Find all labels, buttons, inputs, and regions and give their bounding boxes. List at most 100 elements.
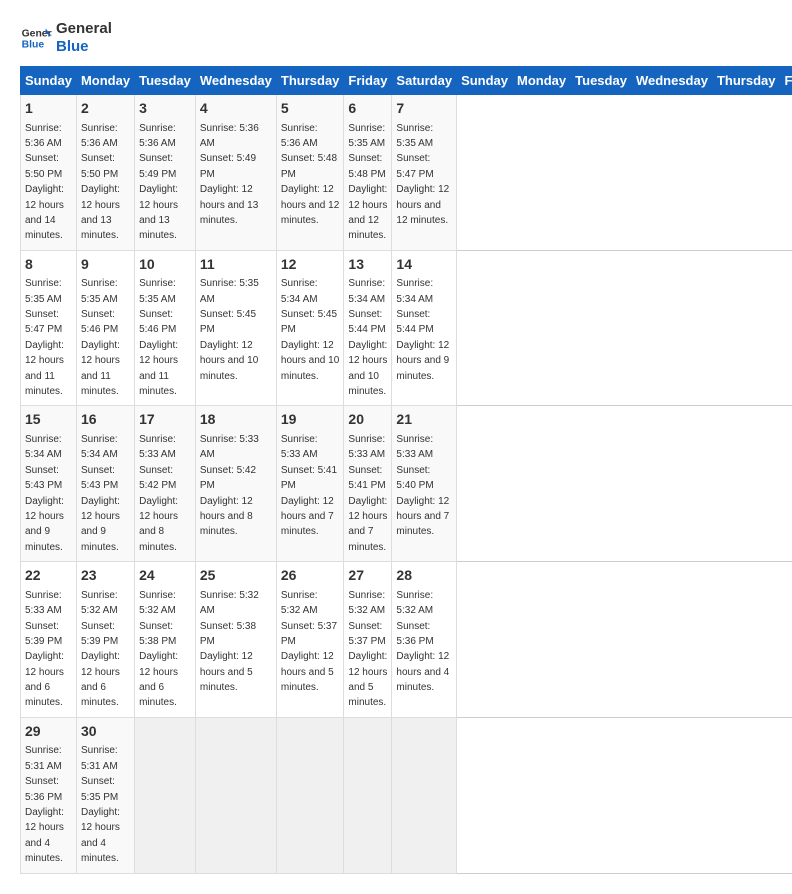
calendar-table: SundayMondayTuesdayWednesdayThursdayFrid… [20, 66, 792, 874]
day-sunset: Sunset: 5:39 PM [25, 621, 62, 647]
day-sunset: Sunset: 5:37 PM [348, 621, 385, 647]
day-number: 14 [396, 255, 452, 275]
calendar-cell: 14 Sunrise: 5:34 AM Sunset: 5:44 PM Dayl… [392, 250, 457, 406]
day-number: 25 [200, 566, 272, 586]
day-sunset: Sunset: 5:45 PM [200, 309, 256, 335]
calendar-cell [135, 717, 196, 873]
day-daylight: Daylight: 12 hours and 6 minutes. [25, 651, 64, 708]
calendar-cell: 1 Sunrise: 5:36 AM Sunset: 5:50 PM Dayli… [21, 95, 77, 251]
header-tuesday: Tuesday [135, 67, 196, 95]
day-number: 1 [25, 99, 72, 119]
day-sunset: Sunset: 5:49 PM [139, 153, 176, 179]
calendar-week-row: 29 Sunrise: 5:31 AM Sunset: 5:36 PM Dayl… [21, 717, 792, 873]
logo: General Blue General Blue [20, 20, 112, 56]
day-number: 9 [81, 255, 130, 275]
day-sunrise: Sunrise: 5:34 AM [396, 278, 433, 304]
day-number: 13 [348, 255, 387, 275]
calendar-cell: 16 Sunrise: 5:34 AM Sunset: 5:43 PM Dayl… [76, 406, 134, 562]
calendar-cell: 25 Sunrise: 5:32 AM Sunset: 5:38 PM Dayl… [195, 562, 276, 718]
day-number: 11 [200, 255, 272, 275]
day-number: 3 [139, 99, 191, 119]
day-sunset: Sunset: 5:43 PM [81, 465, 118, 491]
day-sunset: Sunset: 5:46 PM [139, 309, 176, 335]
calendar-week-row: 8 Sunrise: 5:35 AM Sunset: 5:47 PM Dayli… [21, 250, 792, 406]
day-sunrise: Sunrise: 5:33 AM [396, 434, 433, 460]
day-daylight: Daylight: 12 hours and 4 minutes. [81, 807, 120, 864]
day-sunrise: Sunrise: 5:33 AM [281, 434, 318, 460]
day-sunset: Sunset: 5:42 PM [139, 465, 176, 491]
day-sunset: Sunset: 5:38 PM [139, 621, 176, 647]
calendar-cell: 29 Sunrise: 5:31 AM Sunset: 5:36 PM Dayl… [21, 717, 77, 873]
svg-text:Blue: Blue [22, 40, 45, 51]
day-sunrise: Sunrise: 5:35 AM [25, 278, 62, 304]
day-sunrise: Sunrise: 5:32 AM [81, 590, 118, 616]
day-daylight: Daylight: 12 hours and 5 minutes. [200, 651, 253, 693]
day-sunset: Sunset: 5:42 PM [200, 465, 256, 491]
calendar-cell: 5 Sunrise: 5:36 AM Sunset: 5:48 PM Dayli… [276, 95, 344, 251]
day-sunset: Sunset: 5:44 PM [396, 309, 433, 335]
day-sunrise: Sunrise: 5:34 AM [25, 434, 62, 460]
day-sunrise: Sunrise: 5:33 AM [200, 434, 259, 460]
day-sunrise: Sunrise: 5:36 AM [139, 123, 176, 149]
day-daylight: Daylight: 12 hours and 4 minutes. [25, 807, 64, 864]
calendar-week-row: 1 Sunrise: 5:36 AM Sunset: 5:50 PM Dayli… [21, 95, 792, 251]
day-sunrise: Sunrise: 5:34 AM [281, 278, 318, 304]
day-number: 18 [200, 410, 272, 430]
day-number: 22 [25, 566, 72, 586]
day-sunrise: Sunrise: 5:35 AM [200, 278, 259, 304]
calendar-cell: 2 Sunrise: 5:36 AM Sunset: 5:50 PM Dayli… [76, 95, 134, 251]
header-saturday: Saturday [392, 67, 457, 95]
day-sunset: Sunset: 5:44 PM [348, 309, 385, 335]
day-sunset: Sunset: 5:41 PM [281, 465, 337, 491]
calendar-cell: 7 Sunrise: 5:35 AM Sunset: 5:47 PM Dayli… [392, 95, 457, 251]
calendar-cell: 30 Sunrise: 5:31 AM Sunset: 5:35 PM Dayl… [76, 717, 134, 873]
calendar-cell [195, 717, 276, 873]
day-daylight: Daylight: 12 hours and 8 minutes. [200, 496, 253, 538]
day-number: 19 [281, 410, 340, 430]
day-daylight: Daylight: 12 hours and 9 minutes. [396, 340, 449, 382]
day-sunset: Sunset: 5:36 PM [396, 621, 433, 647]
day-number: 30 [81, 722, 130, 742]
logo-text: General Blue [56, 20, 112, 56]
day-daylight: Daylight: 12 hours and 4 minutes. [396, 651, 449, 693]
day-sunrise: Sunrise: 5:36 AM [25, 123, 62, 149]
calendar-cell: 17 Sunrise: 5:33 AM Sunset: 5:42 PM Dayl… [135, 406, 196, 562]
header-monday: Monday [76, 67, 134, 95]
day-sunset: Sunset: 5:45 PM [281, 309, 337, 335]
day-sunrise: Sunrise: 5:35 AM [348, 123, 385, 149]
logo-icon: General Blue [20, 22, 52, 54]
day-sunrise: Sunrise: 5:35 AM [139, 278, 176, 304]
calendar-cell: 13 Sunrise: 5:34 AM Sunset: 5:44 PM Dayl… [344, 250, 392, 406]
day-sunset: Sunset: 5:38 PM [200, 621, 256, 647]
header-thursday: Thursday [712, 67, 780, 95]
calendar-cell: 28 Sunrise: 5:32 AM Sunset: 5:36 PM Dayl… [392, 562, 457, 718]
calendar-cell: 9 Sunrise: 5:35 AM Sunset: 5:46 PM Dayli… [76, 250, 134, 406]
day-daylight: Daylight: 12 hours and 11 minutes. [81, 340, 120, 397]
day-daylight: Daylight: 12 hours and 10 minutes. [281, 340, 339, 382]
day-daylight: Daylight: 12 hours and 7 minutes. [348, 496, 387, 553]
day-sunset: Sunset: 5:37 PM [281, 621, 337, 647]
day-number: 27 [348, 566, 387, 586]
day-sunset: Sunset: 5:47 PM [396, 153, 433, 179]
calendar-cell: 4 Sunrise: 5:36 AM Sunset: 5:49 PM Dayli… [195, 95, 276, 251]
day-daylight: Daylight: 12 hours and 5 minutes. [348, 651, 387, 708]
day-sunrise: Sunrise: 5:36 AM [200, 123, 259, 149]
day-sunrise: Sunrise: 5:31 AM [81, 745, 118, 771]
day-daylight: Daylight: 12 hours and 12 minutes. [348, 184, 387, 241]
day-daylight: Daylight: 12 hours and 7 minutes. [396, 496, 449, 538]
day-sunset: Sunset: 5:50 PM [25, 153, 62, 179]
day-sunset: Sunset: 5:47 PM [25, 309, 62, 335]
day-number: 15 [25, 410, 72, 430]
day-sunset: Sunset: 5:35 PM [81, 776, 118, 802]
header-wednesday: Wednesday [195, 67, 276, 95]
header-thursday: Thursday [276, 67, 344, 95]
day-sunrise: Sunrise: 5:35 AM [81, 278, 118, 304]
day-number: 2 [81, 99, 130, 119]
day-number: 23 [81, 566, 130, 586]
day-number: 4 [200, 99, 272, 119]
day-sunset: Sunset: 5:48 PM [348, 153, 385, 179]
day-daylight: Daylight: 12 hours and 11 minutes. [139, 340, 178, 397]
day-sunset: Sunset: 5:41 PM [348, 465, 385, 491]
day-daylight: Daylight: 12 hours and 14 minutes. [25, 184, 64, 241]
calendar-cell: 8 Sunrise: 5:35 AM Sunset: 5:47 PM Dayli… [21, 250, 77, 406]
